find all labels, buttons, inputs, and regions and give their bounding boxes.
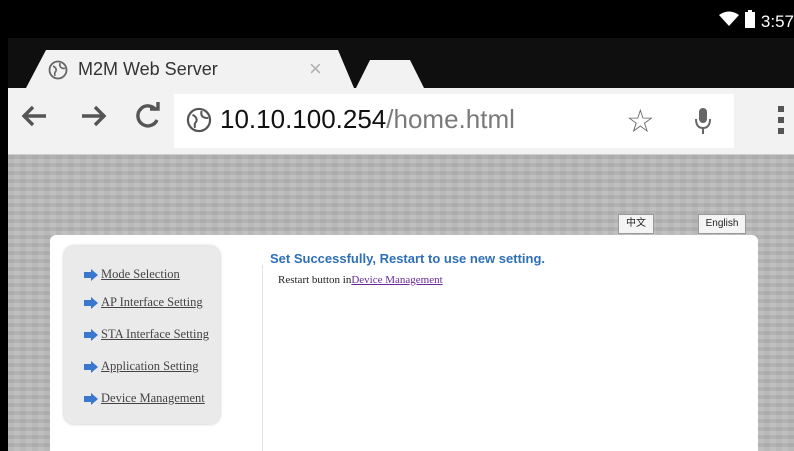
tab-close-icon[interactable]: × [309,56,322,82]
status-icons: 3:57 [718,10,794,33]
sidebar-item-device-management[interactable]: Device Management [84,391,205,406]
arrow-right-icon [84,296,98,309]
address-bar[interactable]: 10.10.100.254/home.html ☆ [174,94,734,148]
bookmark-star-icon[interactable]: ☆ [626,102,655,140]
arrow-right-icon [84,328,98,341]
sidebar-item-label: Mode Selection [101,267,180,281]
url-host: 10.10.100.254 [220,104,387,134]
web-page: 中文 English Mode Selection AP Interface S… [8,155,794,451]
tab-title: M2M Web Server [78,59,218,79]
sidebar-item-label: AP Interface Setting [101,295,203,309]
url-text: 10.10.100.254/home.html [220,104,515,135]
globe-icon [48,60,68,85]
sidebar-item-label: STA Interface Setting [101,327,209,341]
reload-icon[interactable] [134,102,162,135]
sidebar-item-label: Device Management [101,391,205,405]
status-message-title: Set Successfully, Restart to use new set… [270,251,546,266]
sidebar-item-sta-interface-setting[interactable]: STA Interface Setting [84,327,209,342]
sidebar-item-mode-selection[interactable]: Mode Selection [84,267,180,282]
new-tab-button[interactable] [356,60,424,88]
arrow-right-icon [84,392,98,405]
microphone-icon[interactable] [694,108,712,141]
sidebar-item-application-setting[interactable]: Application Setting [84,359,199,374]
language-chinese-button[interactable]: 中文 [618,214,654,234]
arrow-right-icon [84,360,98,373]
browser-toolbar: 10.10.100.254/home.html ☆ [8,88,794,155]
forward-arrow-icon[interactable] [80,102,108,135]
status-bar: 3:57 [8,0,794,38]
overflow-menu-icon[interactable] [778,106,784,139]
tab-strip: M2M Web Server × [8,38,794,88]
divider [262,265,263,451]
restart-instruction-text: Restart button in [278,274,352,286]
restart-instruction: Restart button inDevice Management [278,274,443,286]
battery-icon [744,10,755,33]
tab-m2m-web-server[interactable]: M2M Web Server × [26,50,354,88]
back-arrow-icon[interactable] [20,102,48,135]
device-management-link[interactable]: Device Management [351,274,442,286]
content-panel: Mode Selection AP Interface Setting STA … [50,235,758,451]
arrow-right-icon [84,268,98,281]
sidebar-item-ap-interface-setting[interactable]: AP Interface Setting [84,295,203,310]
site-info-globe-icon[interactable] [186,107,212,138]
sidebar-item-label: Application Setting [101,359,199,373]
clock: 3:57 [760,11,794,31]
language-english-button[interactable]: English [698,214,746,234]
sidebar-menu: Mode Selection AP Interface Setting STA … [64,246,220,424]
url-path: /home.html [386,104,515,134]
wifi-icon [718,11,739,32]
